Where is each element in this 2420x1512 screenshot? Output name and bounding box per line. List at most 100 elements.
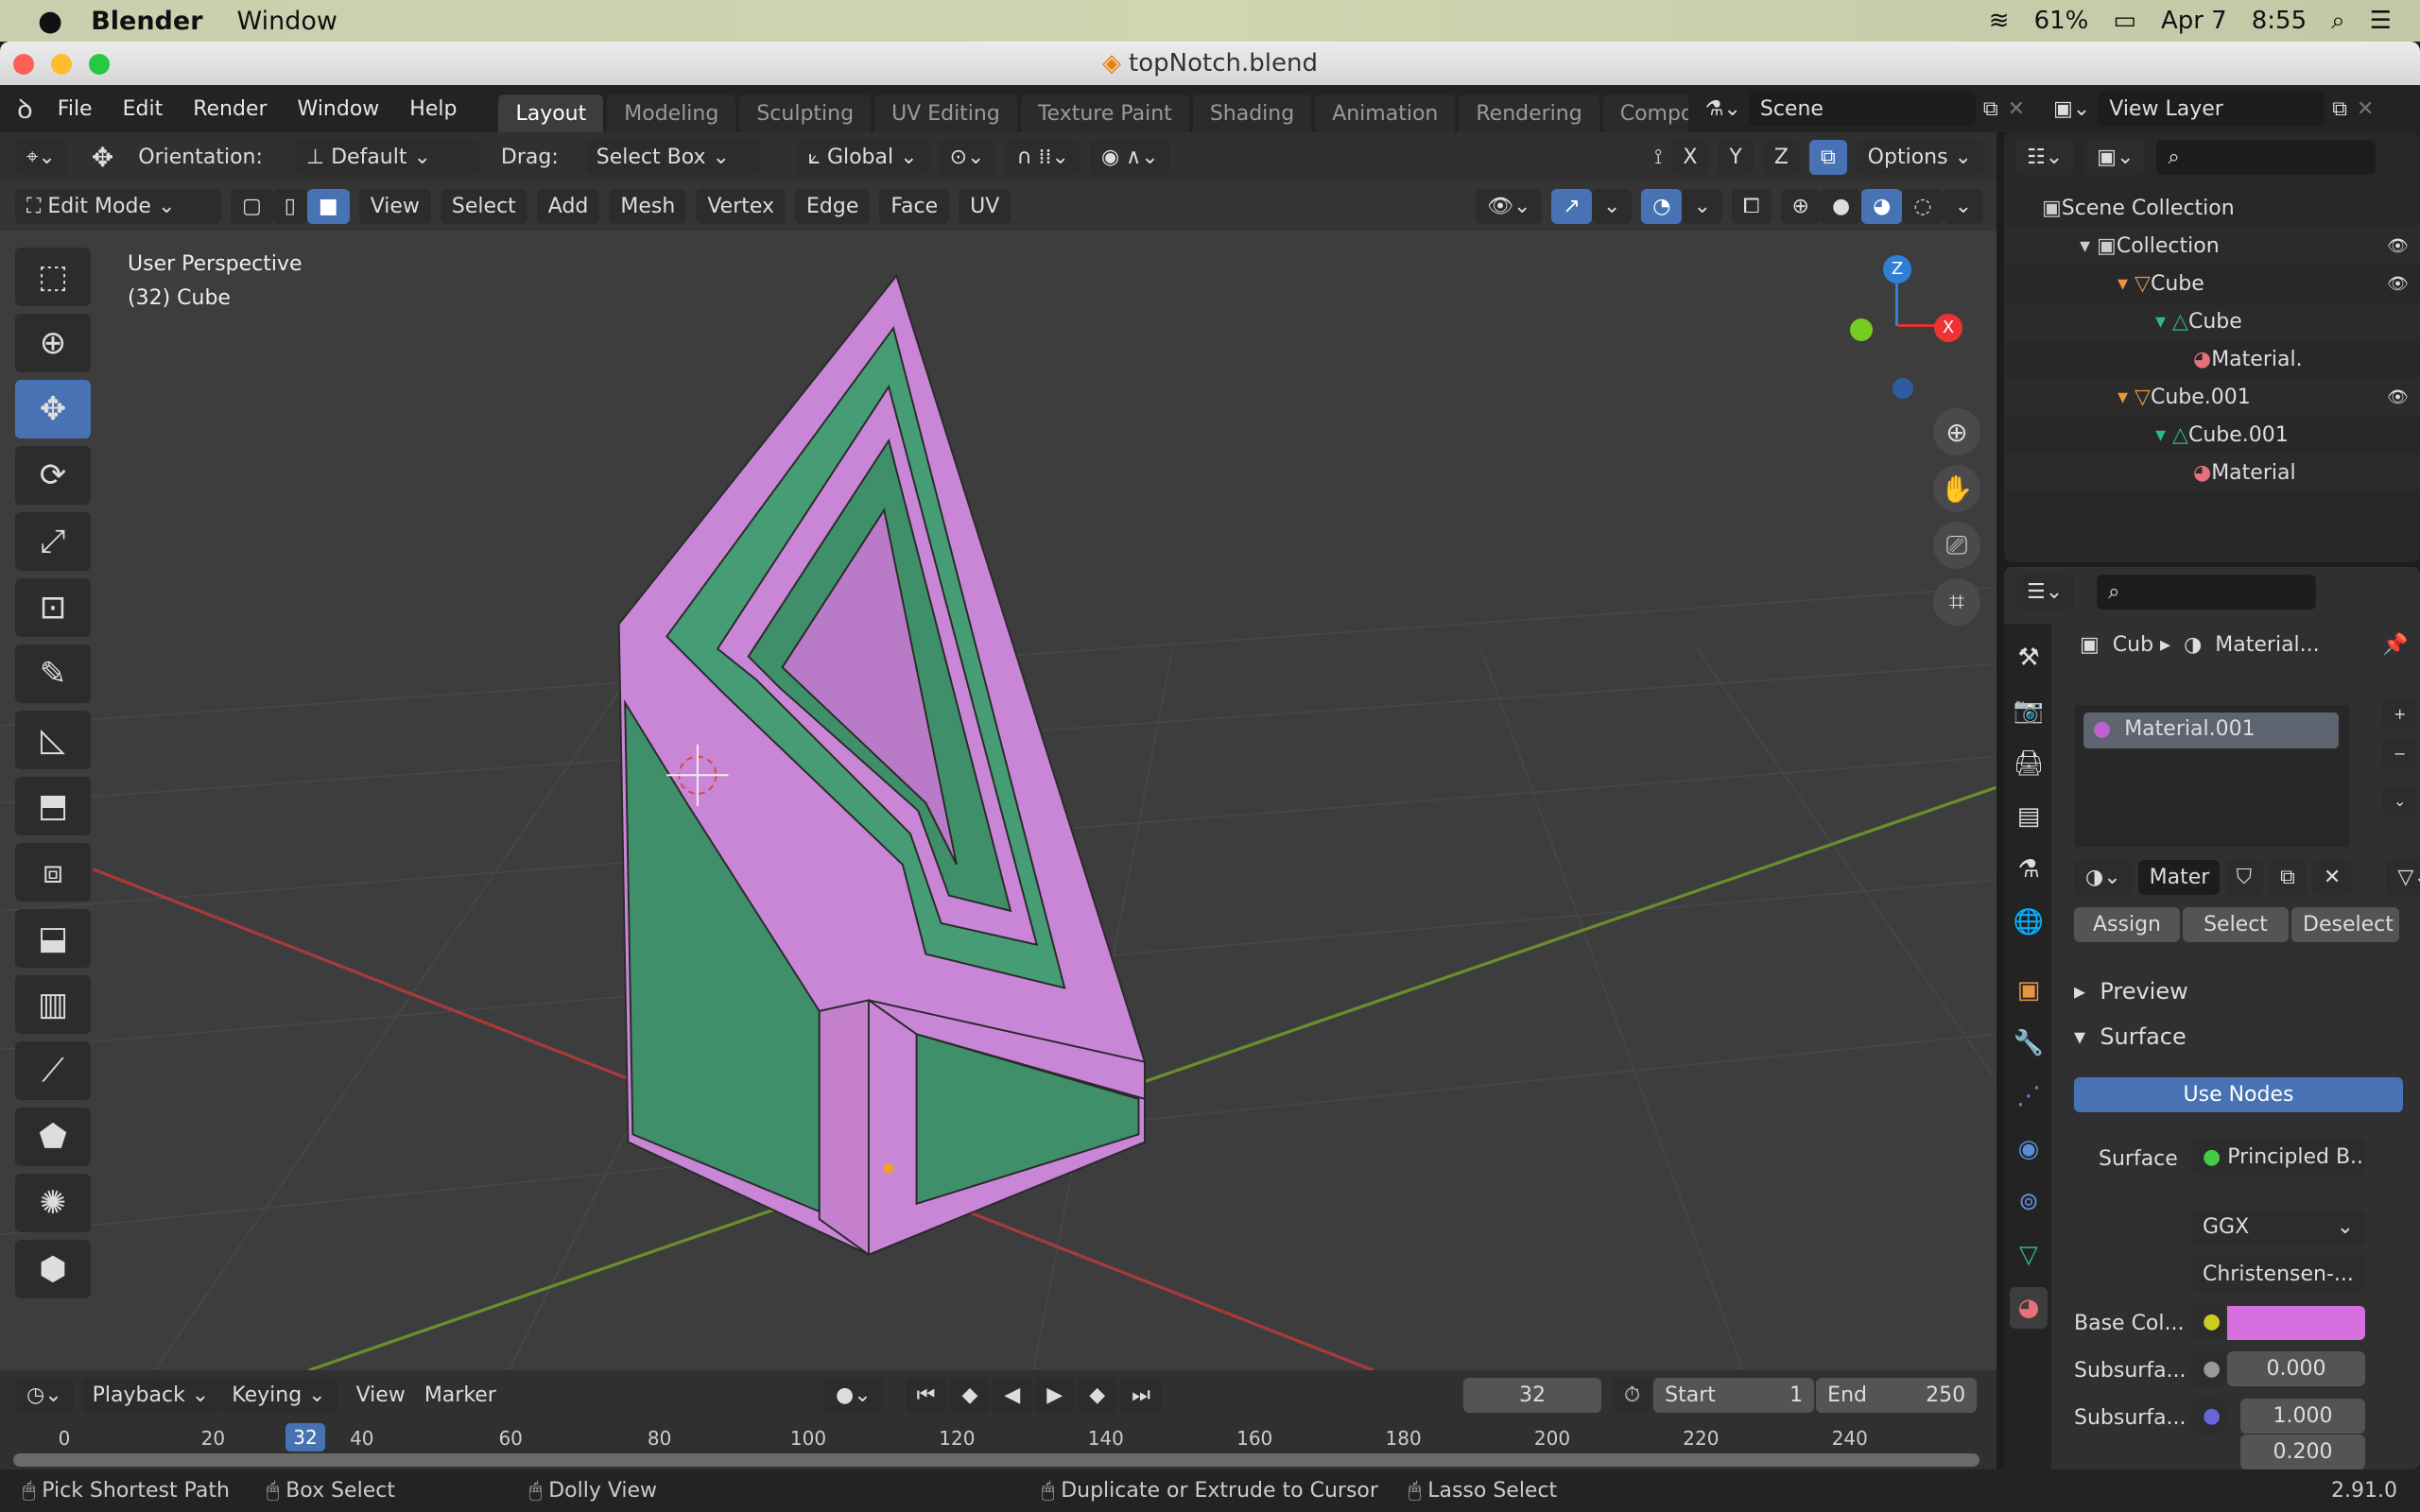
distribution-dropdown[interactable]: GGX ⌄ (2191, 1210, 2365, 1245)
object-tab-icon[interactable]: ▣ (2010, 970, 2048, 1011)
display-mode-icon[interactable]: ▣⌄ (2085, 140, 2146, 175)
outliner-search[interactable]: ⌕ (2156, 140, 2377, 175)
mode-dropdown[interactable]: ⛶ Edit Mode ⌄ (15, 188, 221, 224)
loop-cut-tool-icon[interactable]: ▥ (15, 975, 91, 1034)
material-browse-icon[interactable]: ◑⌄ (2074, 860, 2133, 895)
menu-vertex[interactable]: Vertex (696, 188, 786, 224)
physics-tab-icon[interactable]: ◉ (2010, 1128, 2048, 1170)
slot-menu-icon[interactable]: ⌄ (2382, 786, 2418, 816)
end-frame-field[interactable]: End 250 (1816, 1378, 1978, 1413)
outliner-item[interactable]: ▣ Scene Collection (2004, 189, 2420, 227)
modifier-tab-icon[interactable]: 🔧 (2010, 1022, 2048, 1064)
world-tab-icon[interactable]: 🌐 (2010, 902, 2048, 943)
menu-face[interactable]: Face (879, 188, 950, 224)
tab-uv-editing[interactable]: UV Editing (874, 94, 1017, 132)
rotate-tool-icon[interactable]: ⟳ (15, 446, 91, 505)
use-nodes-button[interactable]: Use Nodes (2074, 1077, 2403, 1112)
control-center-icon[interactable]: ☰ (2370, 7, 2392, 35)
view-layer-icon[interactable]: ▣⌄ (2053, 97, 2090, 121)
playback-menu[interactable]: Playback ⌄ (80, 1378, 221, 1413)
play-button[interactable]: ▶ (1035, 1378, 1075, 1413)
zoom-view-icon[interactable]: ⊕ (1933, 408, 1980, 455)
preview-panel-header[interactable]: ▸ Preview (2074, 978, 2188, 1005)
menu-help[interactable]: Help (394, 97, 472, 121)
material-slot[interactable]: ● Material.001 (2083, 713, 2339, 748)
pin-icon[interactable]: 📌 (2382, 633, 2408, 657)
snap-icon[interactable]: ∩ ⁞⁞⌄ (1005, 139, 1080, 175)
menu-mesh[interactable]: Mesh (609, 188, 687, 224)
camera-view-icon[interactable]: ⎚ (1933, 522, 1980, 569)
scene-field[interactable]: Scene (1748, 91, 1976, 127)
date[interactable]: Apr 7 (2161, 7, 2227, 35)
base-color-swatch[interactable] (2227, 1306, 2365, 1340)
new-scene-icon[interactable]: ⧉ (1983, 97, 1998, 121)
surface-shader-field[interactable]: ● Principled B... (2191, 1140, 2365, 1175)
outliner-item[interactable]: ▾ ▣ Collection 👁 (2004, 227, 2420, 265)
jump-end-button[interactable]: ⏭ (1120, 1378, 1162, 1413)
playhead[interactable]: 32 (285, 1423, 325, 1452)
tool-settings-icon[interactable]: ⌖⌄ (15, 139, 67, 175)
smooth-tool-icon[interactable]: ⬢ (15, 1240, 91, 1298)
outliner-item[interactable]: ◕ Material. (2004, 340, 2420, 378)
edge-select-icon[interactable]: ▯ (272, 188, 307, 224)
tab-layout[interactable]: Layout (498, 94, 604, 132)
scale-tool-icon[interactable]: ⤢ (15, 512, 91, 571)
add-slot-button[interactable]: + (2382, 699, 2418, 729)
gizmo-z-axis[interactable]: Z (1883, 255, 1911, 284)
vertex-select-icon[interactable]: ▢ (231, 188, 273, 224)
data-tab-icon[interactable]: ▽ (2010, 1234, 2048, 1276)
particles-tab-icon[interactable]: ⋰ (2010, 1075, 2048, 1117)
material-name-field[interactable]: Mater (2137, 860, 2220, 895)
prev-keyframe-button[interactable]: ◆ (950, 1378, 990, 1413)
duplicate-material-icon[interactable]: ⧉ (2269, 860, 2307, 895)
inset-tool-icon[interactable]: ⧈ (15, 843, 91, 902)
wireframe-shading-icon[interactable]: ⊕ (1780, 188, 1821, 224)
constraints-tab-icon[interactable]: ⊚ (2010, 1181, 2048, 1223)
unlink-material-icon[interactable]: ✕ (2311, 860, 2353, 895)
timeline-view-menu[interactable]: View (356, 1383, 406, 1407)
visibility-eye-icon[interactable]: 👁 (2387, 236, 2409, 256)
menu-add[interactable]: Add (536, 188, 600, 224)
material-tab-icon[interactable]: ◕ (2010, 1287, 2048, 1329)
select-box-tool-icon[interactable]: ⬚ (15, 248, 91, 306)
transform-tool-icon[interactable]: ⊡ (15, 578, 91, 637)
gizmo-dropdown-icon[interactable]: ⌄ (1591, 188, 1633, 224)
face-select-icon[interactable]: ■ (306, 188, 350, 224)
rendered-shading-icon[interactable]: ◌ (1902, 188, 1944, 224)
menu-render[interactable]: Render (178, 97, 282, 121)
orientation-dropdown[interactable]: ⊥ Default ⌄ (294, 139, 480, 175)
visibility-eye-icon[interactable]: 👁 (2387, 387, 2409, 407)
outliner-item[interactable]: ▾ △ Cube (2004, 302, 2420, 340)
close-window-button[interactable] (13, 54, 34, 75)
measure-tool-icon[interactable]: ◺ (15, 711, 91, 769)
proportional-edit-icon[interactable]: ◉ ∧⌄ (1089, 139, 1170, 175)
spin-tool-icon[interactable]: ✺ (15, 1174, 91, 1232)
scene-selector-icon[interactable]: ⚗⌄ (1705, 97, 1741, 121)
properties-search[interactable]: ⌕ (2097, 575, 2317, 610)
output-tab-icon[interactable]: 🖨 (2010, 743, 2048, 784)
timeline-scrollbar[interactable] (13, 1453, 1979, 1467)
minimize-window-button[interactable] (51, 54, 72, 75)
base-color-socket[interactable]: ● (2191, 1304, 2225, 1339)
tab-rendering[interactable]: Rendering (1459, 94, 1599, 132)
outliner-item[interactable]: ▾ △ Cube.001 (2004, 416, 2420, 454)
remove-slot-button[interactable]: − (2382, 739, 2418, 768)
props-editor-type-icon[interactable]: ☰⌄ (2015, 575, 2075, 610)
apple-icon[interactable]: ● (38, 5, 62, 38)
wifi-icon[interactable]: ≋ (1989, 7, 2010, 35)
pivot-point-icon[interactable]: ⊙⌄ (938, 139, 996, 175)
annotate-tool-icon[interactable]: ✎ (15, 644, 91, 703)
options-dropdown[interactable]: Options ⌄ (1856, 139, 1983, 175)
knife-tool-icon[interactable]: ⟋ (15, 1041, 91, 1100)
overlay-icon[interactable]: ◔ (1641, 188, 1683, 224)
next-keyframe-button[interactable]: ◆ (1078, 1378, 1117, 1413)
axis-z-toggle[interactable]: Z (1762, 139, 1800, 175)
scene-tab-icon[interactable]: ⚗ (2010, 849, 2048, 890)
deselect-button[interactable]: Deselect (2291, 907, 2399, 942)
menu-edge[interactable]: Edge (795, 188, 871, 224)
battery-icon[interactable]: ▭ (2113, 7, 2136, 35)
subsurface-method-dropdown[interactable]: Christensen-... (2191, 1257, 2365, 1292)
fake-user-icon[interactable]: ⛉ (2224, 860, 2264, 895)
tab-texture-paint[interactable]: Texture Paint (1020, 94, 1189, 132)
extrude-tool-icon[interactable]: ⬒ (15, 777, 91, 835)
